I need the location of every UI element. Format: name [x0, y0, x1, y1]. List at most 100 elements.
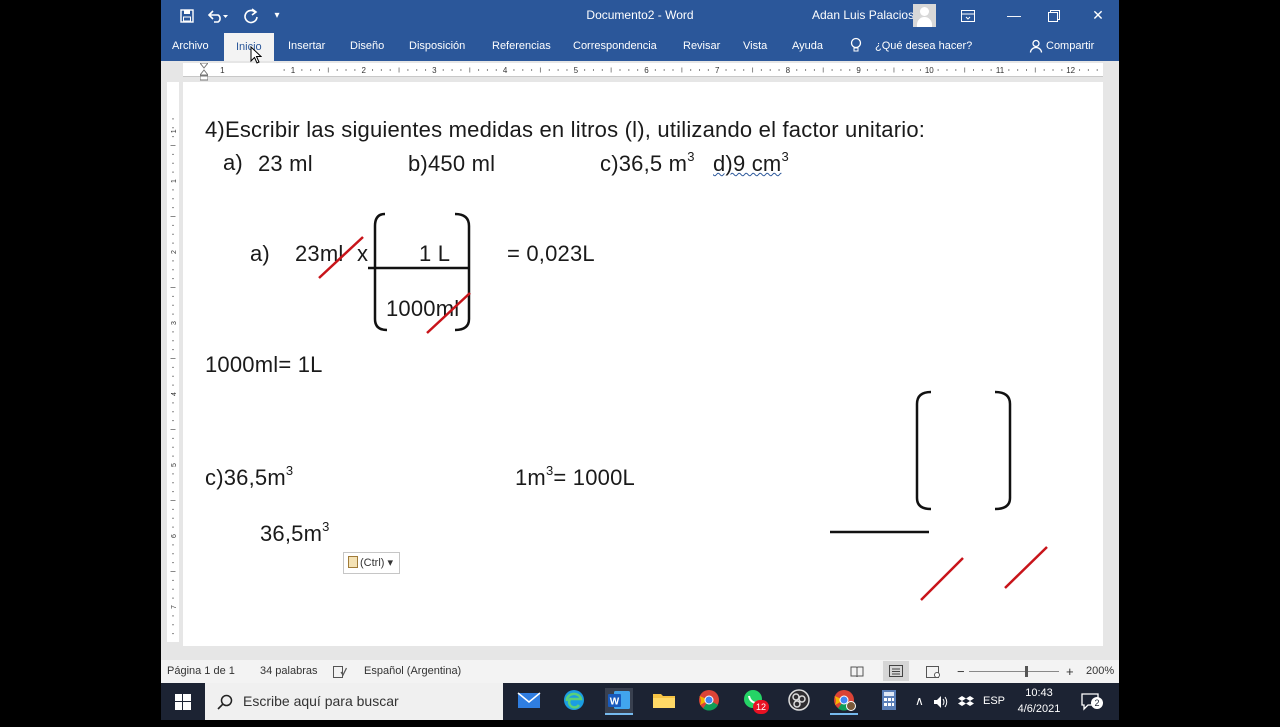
ruler-number: 6 — [171, 534, 178, 538]
ruler-number: 3 — [432, 66, 437, 75]
ruler-number: 1 — [220, 66, 225, 75]
lightbulb-icon[interactable] — [850, 31, 862, 61]
chrome-icon[interactable] — [695, 688, 723, 715]
tab-vista[interactable]: Vista — [743, 31, 767, 61]
share-button[interactable]: Compartir — [1046, 31, 1094, 61]
tab-ayuda[interactable]: Ayuda — [792, 31, 823, 61]
strike-2b — [1004, 546, 1048, 589]
item-c[interactable]: c)36,5 m3 — [600, 150, 695, 177]
ruler-number: 1 — [171, 129, 178, 133]
ruler-number: 7 — [171, 605, 178, 609]
notification-count: 2 — [1091, 697, 1103, 709]
ruler-number: 3 — [171, 321, 178, 325]
ruler-number: 1 — [171, 179, 178, 183]
status-bar: Página 1 de 1 34 palabras Español (Argen… — [161, 660, 1119, 683]
item-a-value[interactable]: 23 ml — [258, 151, 313, 177]
zoom-in-button[interactable]: + — [1066, 660, 1074, 683]
title-bar: ▾ Documento2 - Word Adan Luis Palacios —… — [161, 0, 1119, 31]
tab-revisar[interactable]: Revisar — [683, 31, 720, 61]
mail-icon[interactable] — [515, 688, 543, 715]
fraction-numerator[interactable]: 1 L — [419, 241, 450, 267]
zoom-out-button[interactable]: − — [957, 660, 965, 683]
clock[interactable]: 10:43 4/6/2021 — [1009, 685, 1069, 717]
ruler-number: 2 — [171, 250, 178, 254]
calc-a-value[interactable]: 23ml — [295, 241, 344, 267]
obs-icon[interactable] — [785, 688, 813, 715]
paste-icon — [348, 556, 358, 568]
item-c-second[interactable]: 36,5m3 — [260, 520, 330, 547]
exercise-title[interactable]: 4)Escribir las siguientes medidas en lit… — [205, 117, 925, 143]
zoom-level[interactable]: 200% — [1086, 660, 1114, 683]
volume-icon[interactable] — [933, 683, 949, 725]
ribbon-display-icon[interactable] — [945, 0, 991, 31]
calculator-icon[interactable] — [875, 688, 903, 715]
ruler-number: 1 — [291, 66, 296, 75]
tab-referencias[interactable]: Referencias — [492, 31, 551, 61]
ruler-number: 4 — [503, 66, 508, 75]
tab-disposicion[interactable]: Disposición — [409, 31, 465, 61]
word-icon[interactable]: W — [605, 688, 633, 715]
mouse-cursor-icon — [250, 46, 262, 64]
strike-2a — [920, 557, 964, 601]
dropbox-icon[interactable] — [958, 683, 974, 725]
read-mode-icon[interactable] — [850, 660, 864, 683]
item-d[interactable]: d)9 cm3 — [713, 150, 789, 177]
ruler-number: 11 — [996, 66, 1005, 75]
screen: ▾ Documento2 - Word Adan Luis Palacios —… — [0, 0, 1280, 720]
close-icon[interactable]: ✕ — [1075, 0, 1119, 31]
equivalence-ml[interactable]: 1000ml= 1L — [205, 352, 323, 378]
item-c-work[interactable]: c)36,5m3 — [205, 464, 293, 491]
windows-start-icon[interactable] — [161, 683, 205, 720]
explorer-icon[interactable] — [650, 688, 678, 715]
zoom-slider-thumb[interactable] — [1025, 666, 1028, 677]
calc-result[interactable]: = 0,023L — [507, 241, 595, 267]
edge-icon[interactable] — [560, 688, 588, 715]
equivalence-m3[interactable]: 1m3= 1000L — [515, 464, 635, 491]
svg-text:W: W — [610, 697, 620, 708]
tell-me-input[interactable]: ¿Qué desea hacer? — [875, 31, 972, 61]
fraction-denominator[interactable]: 1000ml — [386, 296, 459, 322]
item-b[interactable]: b)450 ml — [408, 151, 495, 177]
ruler-number: 2 — [361, 66, 366, 75]
taskbar-search-box[interactable]: Escribe aquí para buscar — [205, 683, 503, 720]
notification-icon[interactable]: 2 — [1081, 683, 1103, 727]
proofing-icon[interactable] — [333, 660, 348, 683]
item-a-label[interactable]: a) — [223, 150, 243, 176]
chrome-profile-icon[interactable] — [830, 688, 858, 715]
search-icon — [217, 694, 233, 710]
ruler-number: 10 — [925, 66, 934, 75]
zoom-slider-track[interactable] — [969, 671, 1059, 672]
avatar[interactable] — [913, 4, 936, 27]
tab-inicio[interactable]: Inicio — [224, 33, 274, 61]
clock-date: 4/6/2021 — [1017, 703, 1061, 715]
tray-overflow-icon[interactable]: ∧ — [915, 683, 924, 720]
tab-archivo[interactable]: Archivo — [172, 31, 209, 61]
whatsapp-icon[interactable]: 12 — [740, 688, 769, 715]
tab-diseno[interactable]: Diseño — [350, 31, 384, 61]
word-count[interactable]: 34 palabras — [260, 660, 318, 683]
page-count[interactable]: Página 1 de 1 — [167, 660, 235, 683]
restore-icon[interactable] — [1031, 0, 1077, 31]
ruler-number: 5 — [574, 66, 579, 75]
ruler-number: 5 — [171, 463, 178, 467]
indent-marker[interactable] — [198, 62, 210, 81]
user-name[interactable]: Adan Luis Palacios — [812, 0, 914, 31]
paste-options-button[interactable]: (Ctrl) ▾ — [343, 552, 400, 574]
language-status[interactable]: Español (Argentina) — [364, 660, 461, 683]
vertical-ruler[interactable]: 1 1 2 3 4 5 6 7 — [167, 82, 179, 642]
ruler-number: 6 — [644, 66, 649, 75]
ruler-number: 9 — [856, 66, 861, 75]
whatsapp-badge: 12 — [753, 700, 769, 714]
calc-times[interactable]: x — [357, 241, 368, 267]
document-page[interactable]: 4)Escribir las siguientes medidas en lit… — [183, 82, 1103, 646]
share-user-icon[interactable] — [1029, 31, 1043, 61]
left-bracket-2 — [915, 390, 932, 511]
calc-a-label[interactable]: a) — [250, 241, 270, 267]
tab-insertar[interactable]: Insertar — [288, 31, 325, 61]
tab-correspondencia[interactable]: Correspondencia — [573, 31, 657, 61]
input-language[interactable]: ESP — [983, 683, 1005, 720]
search-placeholder: Escribe aquí para buscar — [243, 693, 399, 709]
print-layout-icon[interactable] — [883, 661, 909, 681]
web-layout-icon[interactable] — [926, 660, 940, 683]
horizontal-ruler[interactable]: 1 1 2 3 4 5 6 7 8 9 10 11 12 — [183, 62, 1103, 81]
